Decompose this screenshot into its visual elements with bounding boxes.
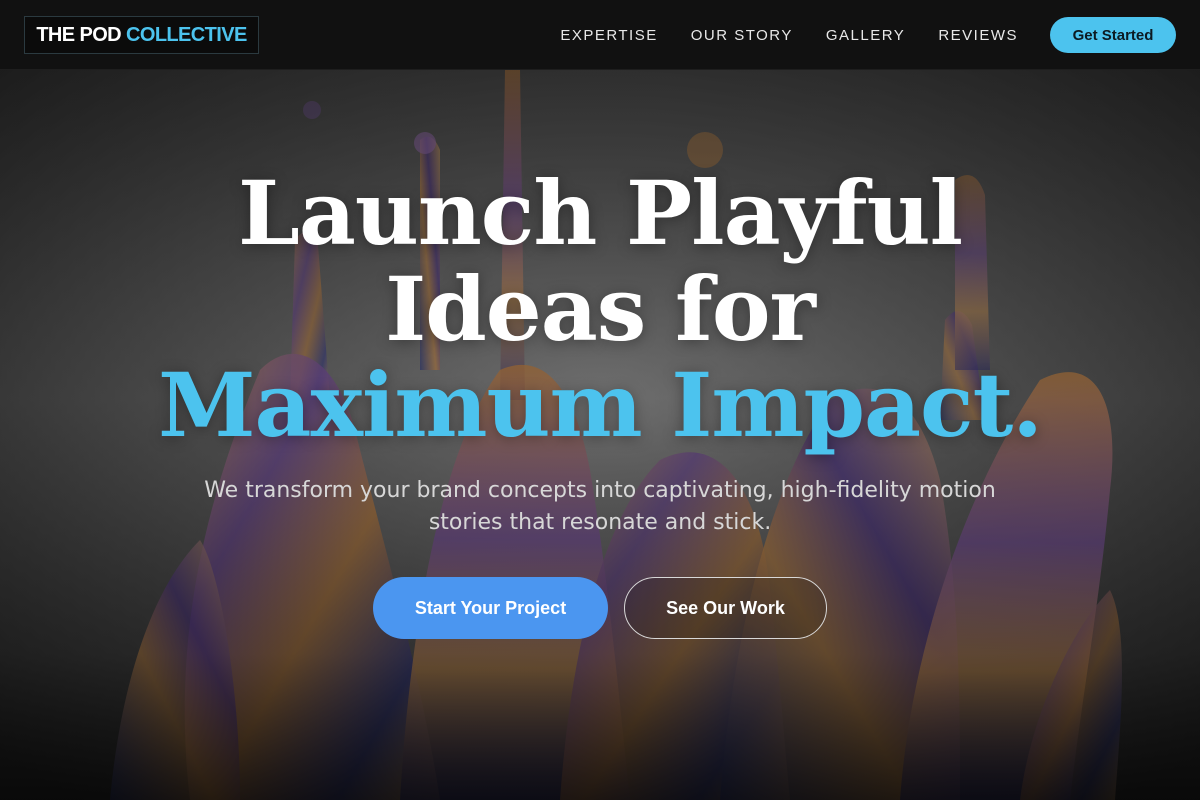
brand-name-primary: THE POD: [36, 23, 122, 46]
start-project-button[interactable]: Start Your Project: [373, 577, 608, 639]
hero-subtitle: We transform your brand concepts into ca…: [204, 478, 996, 535]
headline-line-1: Launch Playful: [237, 161, 963, 265]
see-our-work-button[interactable]: See Our Work: [624, 577, 827, 639]
get-started-button[interactable]: Get Started: [1050, 17, 1176, 53]
headline-line-2: Ideas for: [385, 257, 816, 361]
nav-link-reviews[interactable]: REVIEWS: [938, 27, 1018, 44]
headline-accent: Maximum Impact.: [158, 353, 1043, 457]
nav-links: EXPERTISE OUR STORY GALLERY REVIEWS: [560, 0, 1018, 70]
hero-section: Launch Playful Ideas for Maximum Impact.…: [0, 70, 1200, 800]
brand-logo[interactable]: THE POD COLLECTIVE: [24, 16, 259, 54]
brand-name-accent: COLLECTIVE: [126, 23, 247, 46]
nav-link-expertise[interactable]: EXPERTISE: [560, 27, 657, 44]
nav-link-our-story[interactable]: OUR STORY: [691, 27, 793, 44]
top-navbar: THE POD COLLECTIVE EXPERTISE OUR STORY G…: [0, 0, 1200, 70]
hero-headline: Launch Playful Ideas for Maximum Impact.: [0, 165, 1200, 453]
nav-link-gallery[interactable]: GALLERY: [826, 27, 905, 44]
